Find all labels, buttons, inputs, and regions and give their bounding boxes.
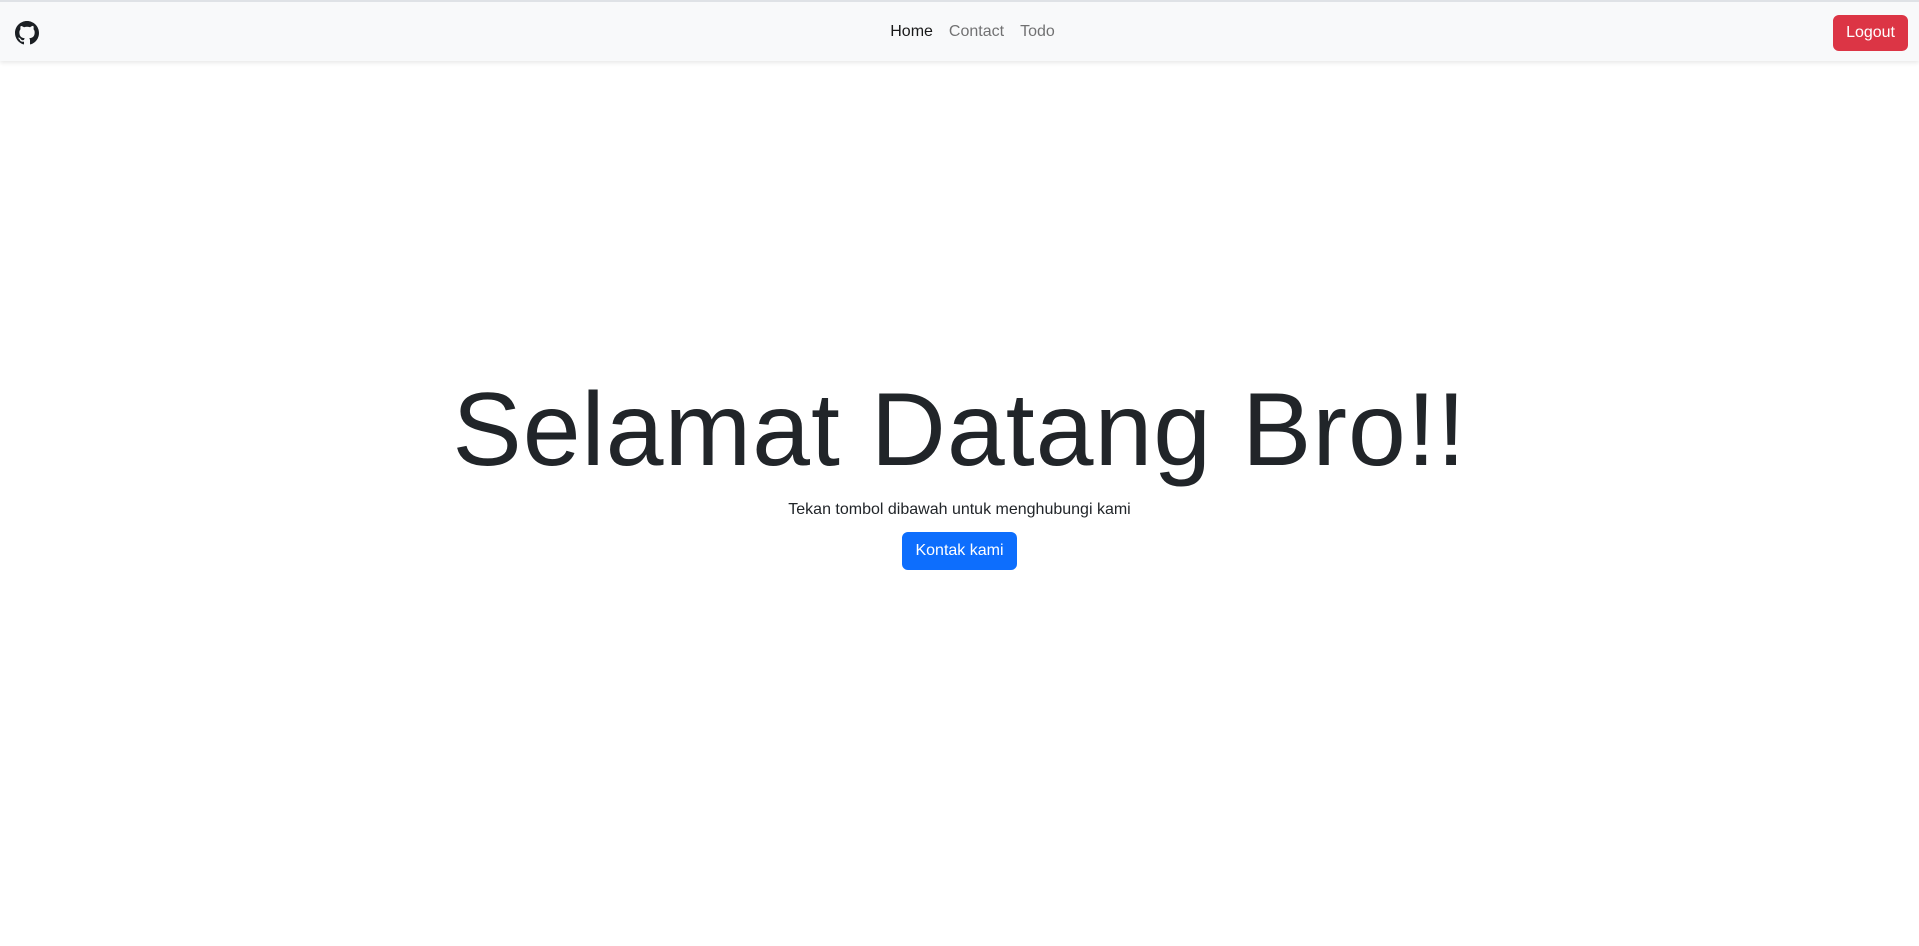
hero-title: Selamat Datang Bro!! [452,372,1467,488]
hero-subtitle: Tekan tombol dibawah untuk menghubungi k… [788,501,1131,518]
nav-link-home[interactable]: Home [890,20,933,44]
nav-link-contact[interactable]: Contact [949,20,1004,44]
nav-link-todo[interactable]: Todo [1020,20,1055,44]
logout-button[interactable]: Logout [1833,15,1908,51]
main-nav: Home Contact Todo [0,2,1919,61]
contact-us-button[interactable]: Kontak kami [902,532,1017,570]
hero-section: Selamat Datang Bro!! Tekan tombol dibawa… [0,370,1919,570]
top-navbar: Home Contact Todo Logout [0,0,1919,61]
